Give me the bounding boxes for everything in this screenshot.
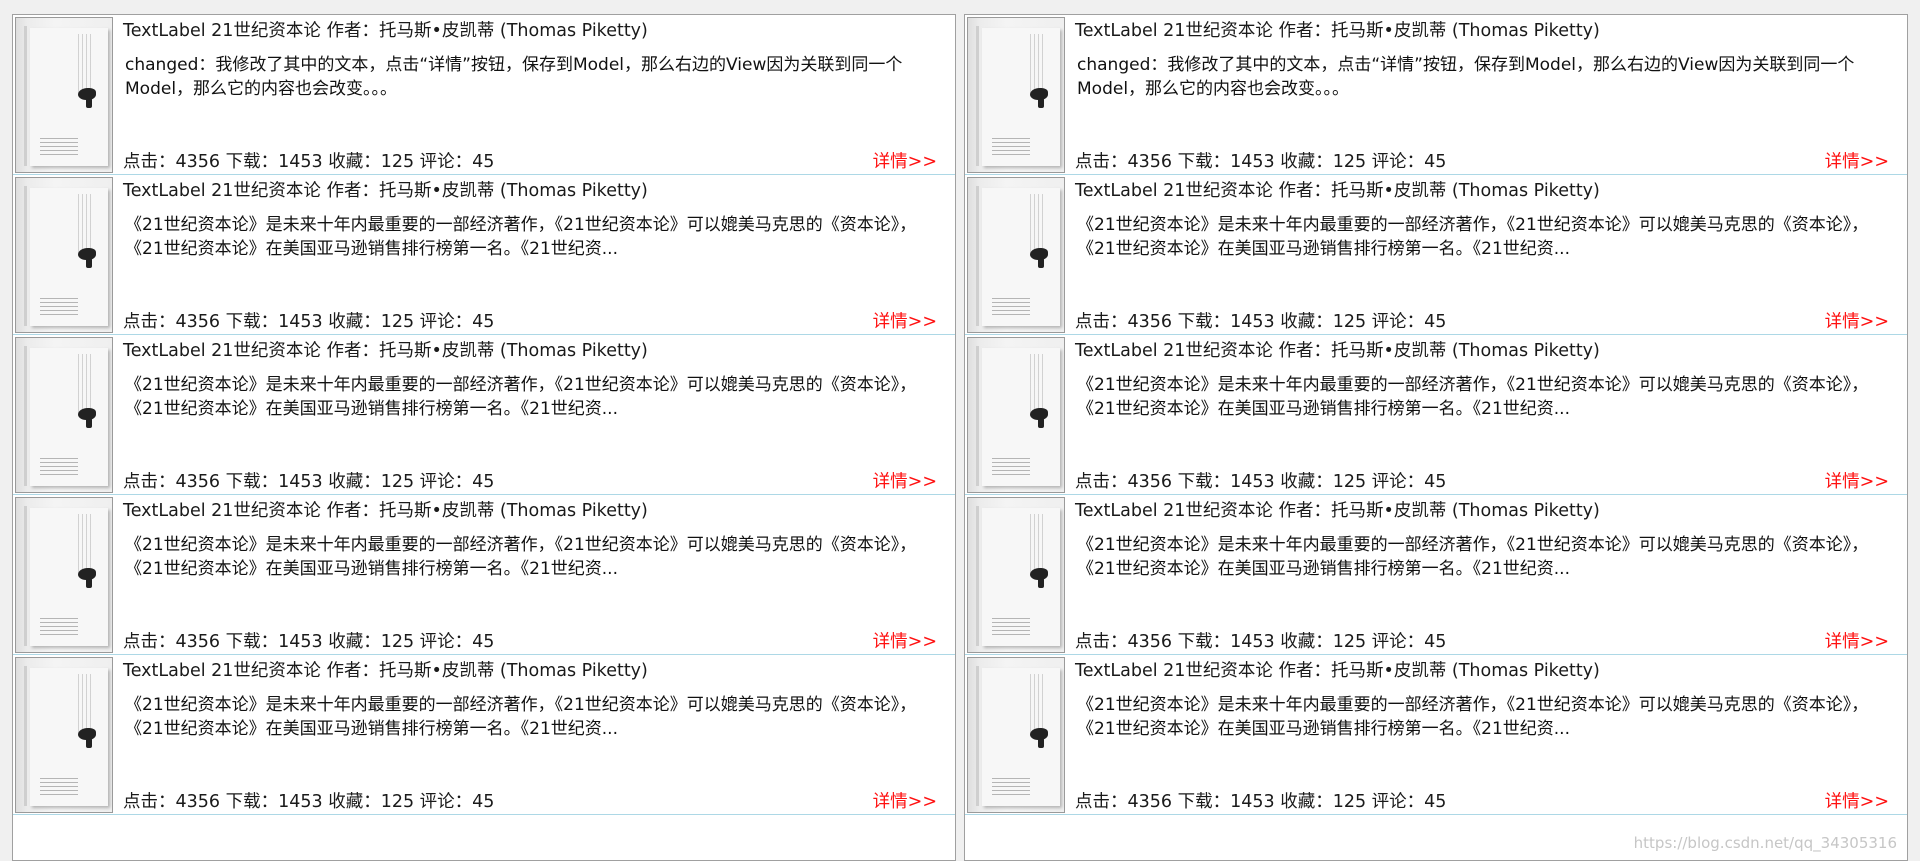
right-book-list: TextLabel 21世纪资本论 作者：托马斯•皮凯蒂 (Thomas Pik… xyxy=(965,15,1907,815)
book-description[interactable]: 《21世纪资本论》是未来十年内最重要的一部经济著作，《21世纪资本论》可以媲美马… xyxy=(1077,213,1891,261)
book-stats-label: 点击：4356 下载：1453 收藏：125 评论：45 xyxy=(1075,472,1447,492)
book-stats-label: 点击：4356 下载：1453 收藏：125 评论：45 xyxy=(123,792,495,812)
book-stats-label: 点击：4356 下载：1453 收藏：125 评论：45 xyxy=(1075,632,1447,652)
list-item: TextLabel 21世纪资本论 作者：托马斯•皮凯蒂 (Thomas Pik… xyxy=(13,655,955,815)
list-item: TextLabel 21世纪资本论 作者：托马斯•皮凯蒂 (Thomas Pik… xyxy=(965,175,1907,335)
blog-watermark: https://blog.csdn.net/qq_34305316 xyxy=(1633,834,1897,852)
book-stats-label: 点击：4356 下载：1453 收藏：125 评论：45 xyxy=(1075,792,1447,812)
book-title-label: TextLabel 21世纪资本论 作者：托马斯•皮凯蒂 (Thomas Pik… xyxy=(1075,341,1600,361)
right-list-view[interactable]: TextLabel 21世纪资本论 作者：托马斯•皮凯蒂 (Thomas Pik… xyxy=(964,14,1908,861)
detail-button[interactable]: 详情>> xyxy=(873,150,937,174)
book-description[interactable]: 《21世纪资本论》是未来十年内最重要的一部经济著作，《21世纪资本论》可以媲美马… xyxy=(125,693,939,741)
book-cover-image xyxy=(967,337,1065,493)
book-description[interactable]: 《21世纪资本论》是未来十年内最重要的一部经济著作，《21世纪资本论》可以媲美马… xyxy=(125,533,939,581)
list-item: TextLabel 21世纪资本论 作者：托马斯•皮凯蒂 (Thomas Pik… xyxy=(13,495,955,655)
detail-button[interactable]: 详情>> xyxy=(1825,150,1889,174)
book-cover-image xyxy=(15,497,113,653)
list-item: TextLabel 21世纪资本论 作者：托马斯•皮凯蒂 (Thomas Pik… xyxy=(13,15,955,175)
detail-button[interactable]: 详情>> xyxy=(873,790,937,814)
detail-button[interactable]: 详情>> xyxy=(873,470,937,494)
detail-button[interactable]: 详情>> xyxy=(1825,310,1889,334)
book-title-label: TextLabel 21世纪资本论 作者：托马斯•皮凯蒂 (Thomas Pik… xyxy=(123,501,648,521)
list-item: TextLabel 21世纪资本论 作者：托马斯•皮凯蒂 (Thomas Pik… xyxy=(965,15,1907,175)
list-item: TextLabel 21世纪资本论 作者：托马斯•皮凯蒂 (Thomas Pik… xyxy=(13,335,955,495)
left-list-view[interactable]: TextLabel 21世纪资本论 作者：托马斯•皮凯蒂 (Thomas Pik… xyxy=(12,14,956,861)
book-description[interactable]: 《21世纪资本论》是未来十年内最重要的一部经济著作，《21世纪资本论》可以媲美马… xyxy=(125,213,939,261)
list-item: TextLabel 21世纪资本论 作者：托马斯•皮凯蒂 (Thomas Pik… xyxy=(965,495,1907,655)
book-cover-image xyxy=(967,177,1065,333)
book-title-label: TextLabel 21世纪资本论 作者：托马斯•皮凯蒂 (Thomas Pik… xyxy=(1075,661,1600,681)
book-description[interactable]: 《21世纪资本论》是未来十年内最重要的一部经济著作，《21世纪资本论》可以媲美马… xyxy=(1077,693,1891,741)
book-description[interactable]: 《21世纪资本论》是未来十年内最重要的一部经济著作，《21世纪资本论》可以媲美马… xyxy=(1077,373,1891,421)
book-cover-image xyxy=(15,17,113,173)
book-title-label: TextLabel 21世纪资本论 作者：托马斯•皮凯蒂 (Thomas Pik… xyxy=(1075,501,1600,521)
list-item: TextLabel 21世纪资本论 作者：托马斯•皮凯蒂 (Thomas Pik… xyxy=(965,335,1907,495)
list-item: TextLabel 21世纪资本论 作者：托马斯•皮凯蒂 (Thomas Pik… xyxy=(13,175,955,335)
book-stats-label: 点击：4356 下载：1453 收藏：125 评论：45 xyxy=(123,632,495,652)
book-cover-image xyxy=(967,17,1065,173)
book-title-label: TextLabel 21世纪资本论 作者：托马斯•皮凯蒂 (Thomas Pik… xyxy=(1075,181,1600,201)
book-description[interactable]: changed：我修改了其中的文本，点击“详情”按钮，保存到Model，那么右边… xyxy=(125,53,939,101)
book-title-label: TextLabel 21世纪资本论 作者：托马斯•皮凯蒂 (Thomas Pik… xyxy=(123,21,648,41)
book-description[interactable]: 《21世纪资本论》是未来十年内最重要的一部经济著作，《21世纪资本论》可以媲美马… xyxy=(125,373,939,421)
book-title-label: TextLabel 21世纪资本论 作者：托马斯•皮凯蒂 (Thomas Pik… xyxy=(123,661,648,681)
book-title-label: TextLabel 21世纪资本论 作者：托马斯•皮凯蒂 (Thomas Pik… xyxy=(1075,21,1600,41)
book-stats-label: 点击：4356 下载：1453 收藏：125 评论：45 xyxy=(123,152,495,172)
book-cover-image xyxy=(15,657,113,813)
detail-button[interactable]: 详情>> xyxy=(1825,790,1889,814)
detail-button[interactable]: 详情>> xyxy=(873,310,937,334)
detail-button[interactable]: 详情>> xyxy=(873,630,937,654)
detail-button[interactable]: 详情>> xyxy=(1825,470,1889,494)
book-stats-label: 点击：4356 下载：1453 收藏：125 评论：45 xyxy=(1075,312,1447,332)
book-cover-image xyxy=(15,337,113,493)
book-cover-image xyxy=(967,497,1065,653)
book-cover-image xyxy=(967,657,1065,813)
list-item: TextLabel 21世纪资本论 作者：托马斯•皮凯蒂 (Thomas Pik… xyxy=(965,655,1907,815)
book-title-label: TextLabel 21世纪资本论 作者：托马斯•皮凯蒂 (Thomas Pik… xyxy=(123,181,648,201)
book-stats-label: 点击：4356 下载：1453 收藏：125 评论：45 xyxy=(1075,152,1447,172)
detail-button[interactable]: 详情>> xyxy=(1825,630,1889,654)
book-cover-image xyxy=(15,177,113,333)
book-description[interactable]: changed：我修改了其中的文本，点击“详情”按钮，保存到Model，那么右边… xyxy=(1077,53,1891,101)
book-description[interactable]: 《21世纪资本论》是未来十年内最重要的一部经济著作，《21世纪资本论》可以媲美马… xyxy=(1077,533,1891,581)
left-book-list: TextLabel 21世纪资本论 作者：托马斯•皮凯蒂 (Thomas Pik… xyxy=(13,15,955,815)
book-stats-label: 点击：4356 下载：1453 收藏：125 评论：45 xyxy=(123,472,495,492)
book-stats-label: 点击：4356 下载：1453 收藏：125 评论：45 xyxy=(123,312,495,332)
book-title-label: TextLabel 21世纪资本论 作者：托马斯•皮凯蒂 (Thomas Pik… xyxy=(123,341,648,361)
